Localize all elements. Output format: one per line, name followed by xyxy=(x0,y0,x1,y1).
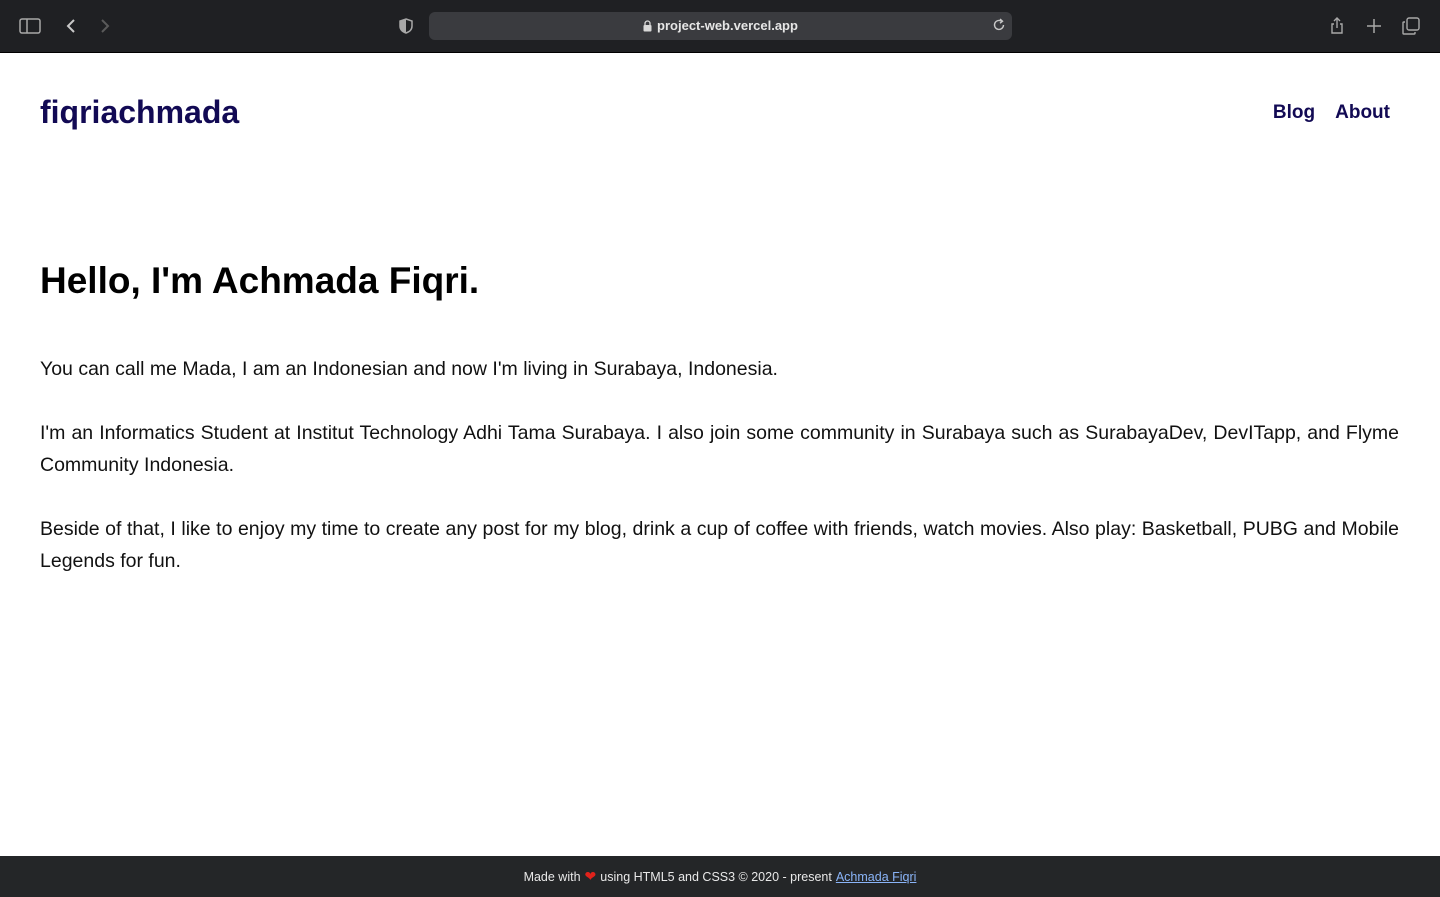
back-icon xyxy=(66,19,75,33)
education-paragraph: I'm an Informatics Student at Institut T… xyxy=(40,422,1399,476)
new-tab-icon xyxy=(1367,19,1381,33)
sidebar-icon xyxy=(19,18,41,34)
shield-icon xyxy=(399,18,413,34)
reload-button[interactable] xyxy=(992,18,1006,32)
forward-button[interactable] xyxy=(93,14,117,38)
about-content: You can call me Mada, I am an Indonesian… xyxy=(40,353,1399,609)
footer-suffix: using HTML5 and CSS3 © 2020 - present xyxy=(600,869,832,884)
footer-prefix: Made with xyxy=(523,869,581,884)
hobbies-paragraph: Beside of that, I like to enjoy my time … xyxy=(40,518,1399,572)
main-nav: Blog About xyxy=(1273,101,1390,125)
nav-about-link[interactable]: About xyxy=(1335,101,1390,125)
share-icon xyxy=(1331,17,1343,34)
url-text: project-web.vercel.app xyxy=(657,18,798,33)
forward-icon xyxy=(101,19,110,33)
nav-blog-link[interactable]: Blog xyxy=(1273,101,1315,125)
tab-overview-button[interactable] xyxy=(1399,14,1423,38)
new-tab-button[interactable] xyxy=(1362,14,1386,38)
privacy-report-button[interactable] xyxy=(394,14,418,38)
intro-paragraph: You can call me Mada, I am an Indonesian… xyxy=(40,358,778,380)
footer-author-link[interactable]: Achmada Fiqri xyxy=(836,870,917,884)
site-logo[interactable]: fiqriachmada xyxy=(40,93,239,131)
reload-icon xyxy=(993,18,1005,31)
sidebar-toggle-button[interactable] xyxy=(18,14,42,38)
address-bar[interactable]: project-web.vercel.app xyxy=(429,12,1012,40)
lock-icon xyxy=(643,20,652,32)
browser-toolbar: project-web.vercel.app xyxy=(0,0,1440,53)
share-button[interactable] xyxy=(1325,14,1349,38)
page-title: Hello, I'm Achmada Fiqri. xyxy=(40,260,480,301)
tabs-overview-icon xyxy=(1402,17,1420,35)
web-page: fiqriachmada Blog About Hello, I'm Achma… xyxy=(0,53,1440,856)
heart-icon: ❤ xyxy=(584,868,597,884)
back-button[interactable] xyxy=(59,14,83,38)
site-footer: Made with ❤ using HTML5 and CSS3 © 2020 … xyxy=(0,856,1440,897)
